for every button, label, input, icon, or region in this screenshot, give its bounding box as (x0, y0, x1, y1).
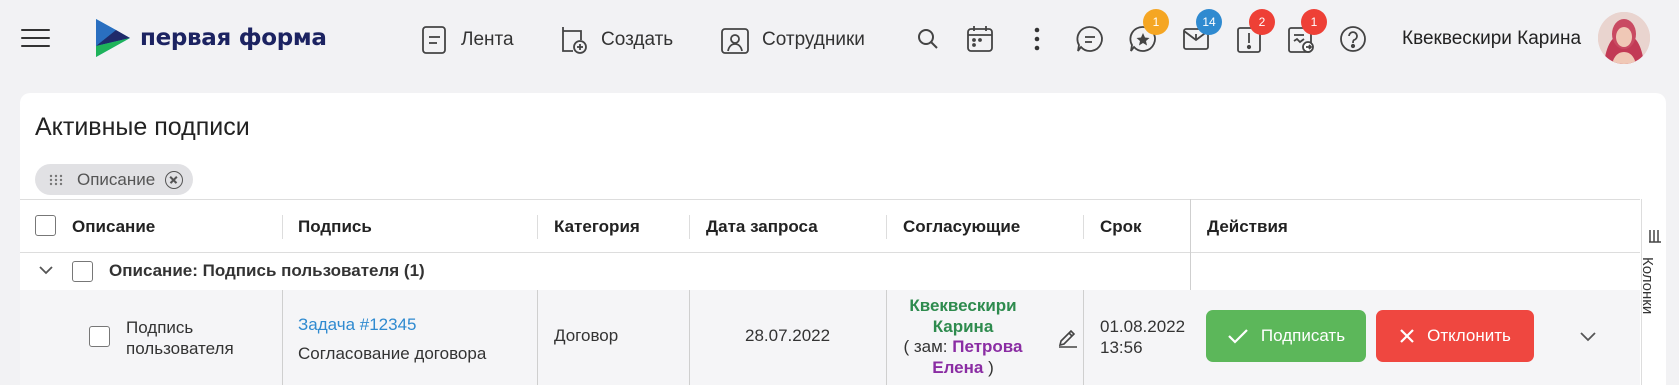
group-by-chip[interactable]: Описание (35, 164, 194, 195)
alerts-icon[interactable]: 2 (1233, 9, 1275, 55)
columns-label: Колонки (1639, 257, 1656, 315)
top-bar: первая форма Лента Создать Сотрудники 1 … (0, 0, 1679, 80)
select-all-checkbox[interactable] (35, 215, 56, 236)
chevron-down-icon[interactable] (39, 266, 53, 275)
signatures-card: Активные подписи Описание Описание Подпи… (20, 93, 1666, 385)
user-name[interactable]: Квеквескири Карина (1402, 28, 1581, 50)
mail-badge: 14 (1196, 9, 1222, 35)
chevron-down-icon[interactable] (1580, 332, 1596, 342)
group-by-chip-label: Описание (77, 169, 156, 189)
column-divider[interactable] (1083, 215, 1084, 239)
cell-divider (1083, 290, 1084, 385)
search-icon[interactable] (912, 23, 944, 55)
group-label: Описание: Подпись пользователя (1) (109, 261, 425, 280)
columns-toggle[interactable]: Колонки (1639, 229, 1666, 334)
remove-group-icon[interactable] (165, 170, 184, 189)
more-vertical-icon[interactable] (1021, 23, 1053, 55)
cell-divider (886, 290, 887, 385)
deadline-time: 13:56 (1100, 338, 1143, 357)
logo-text: первая форма (140, 25, 327, 51)
row-request-date: 28.07.2022 (745, 326, 831, 345)
drag-handle-icon[interactable] (49, 174, 63, 186)
row-signature: Задача #12345 Согласование договора (298, 310, 486, 368)
columns-panel: Колонки (1639, 199, 1666, 385)
edit-icon[interactable] (1057, 326, 1079, 348)
row-category: Договор (554, 326, 619, 345)
row-checkbox[interactable] (89, 326, 110, 347)
group-row[interactable]: Описание: Подпись пользователя (1) (20, 253, 1640, 290)
create-icon (562, 27, 587, 54)
calendar-icon[interactable] (964, 23, 996, 55)
reject-button-label: Отклонить (1427, 326, 1511, 345)
nav-create[interactable]: Создать (559, 25, 673, 55)
column-signature[interactable]: Подпись (298, 217, 372, 237)
menu-icon[interactable] (21, 26, 51, 50)
table-header: Описание Подпись Категория Дата запроса … (20, 199, 1640, 253)
alerts-badge: 2 (1249, 9, 1275, 35)
page-title: Активные подписи (35, 113, 250, 141)
task-link[interactable]: Задача #12345 (298, 310, 486, 339)
chat-icon[interactable] (1074, 23, 1106, 55)
sign-button-label: Подписать (1260, 326, 1346, 345)
column-category[interactable]: Категория (554, 217, 640, 237)
favorites-icon[interactable]: 1 (1127, 9, 1169, 55)
approvals-badge: 1 (1301, 9, 1327, 35)
reject-button[interactable]: Отклонить (1376, 310, 1534, 362)
task-subtitle: Согласование договора (298, 344, 487, 363)
cell-divider (537, 290, 538, 385)
column-request-date[interactable]: Дата запроса (706, 217, 818, 237)
nav-employees[interactable]: Сотрудники (720, 25, 865, 55)
favorites-badge: 1 (1143, 9, 1169, 35)
row-deadline: 01.08.2022 13:56 (1100, 316, 1185, 358)
column-description[interactable]: Описание (72, 217, 155, 237)
nav-employees-label: Сотрудники (762, 29, 865, 50)
deputy-name: Петрова (952, 337, 1023, 356)
deputy-prefix: ( зам: (903, 337, 953, 356)
cell-divider (282, 290, 283, 385)
avatar[interactable] (1598, 12, 1650, 64)
column-divider[interactable] (537, 215, 538, 239)
mail-icon[interactable]: 14 (1180, 9, 1222, 55)
group-checkbox[interactable] (72, 261, 93, 282)
approvals-icon[interactable]: 1 (1285, 9, 1327, 55)
row-description: Подпись пользователя (126, 317, 234, 359)
close-icon (1400, 329, 1414, 343)
approver-name: Карина (932, 316, 994, 336)
employees-icon (721, 28, 749, 54)
cell-divider (689, 290, 690, 385)
logo-mark-icon (96, 19, 130, 57)
check-icon (1228, 329, 1248, 344)
description-line: пользователя (126, 339, 234, 358)
deadline-date: 01.08.2022 (1100, 317, 1186, 336)
logo[interactable]: первая форма (94, 19, 327, 57)
feed-icon (422, 26, 446, 54)
table-row[interactable]: Подпись пользователя Задача #12345 Согла… (20, 290, 1640, 385)
row-approvers: Квеквескири Карина ( зам: Петрова Елена … (898, 296, 1028, 378)
column-approvers[interactable]: Согласующие (903, 217, 1020, 237)
columns-icon (1649, 230, 1661, 243)
nav-feed[interactable]: Лента (421, 25, 514, 55)
column-deadline[interactable]: Срок (1100, 217, 1142, 237)
help-icon[interactable] (1337, 23, 1369, 55)
column-divider[interactable] (689, 215, 690, 239)
nav-feed-label: Лента (461, 29, 514, 50)
column-divider[interactable] (886, 215, 887, 239)
description-line: Подпись (126, 318, 194, 337)
column-actions[interactable]: Действия (1207, 217, 1288, 237)
deputy-suffix: ) (983, 357, 994, 377)
column-divider[interactable] (282, 215, 283, 239)
nav-create-label: Создать (601, 29, 674, 50)
approver-name: Квеквескири (909, 296, 1017, 315)
sign-button[interactable]: Подписать (1206, 310, 1366, 362)
deputy-name: Елена (932, 357, 984, 377)
